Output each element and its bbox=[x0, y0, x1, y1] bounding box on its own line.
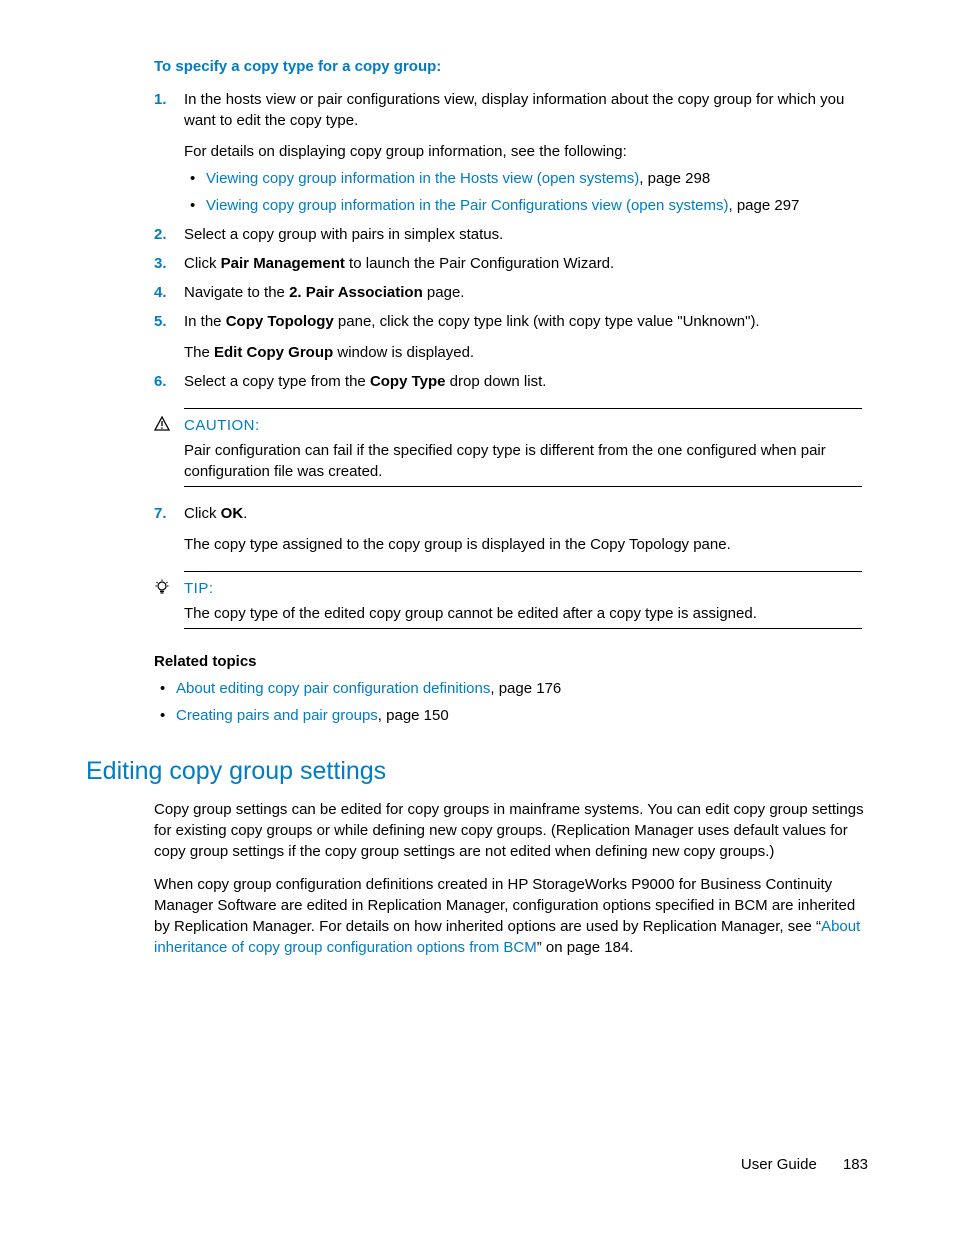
bullet-tail: , page 297 bbox=[728, 197, 799, 214]
step-4: 4. Navigate to the 2. Pair Association p… bbox=[154, 282, 868, 303]
step-number: 3. bbox=[154, 253, 167, 274]
caution-admonition: CAUTION: Pair configuration can fail if … bbox=[154, 408, 868, 487]
step-bold: 2. Pair Association bbox=[289, 284, 423, 301]
bullet-item: Viewing copy group information in the Pa… bbox=[184, 195, 868, 216]
step-pre: Click bbox=[184, 505, 221, 522]
step-post: page. bbox=[423, 284, 465, 301]
step-bold: Pair Management bbox=[221, 255, 345, 272]
step-5: 5. In the Copy Topology pane, click the … bbox=[154, 311, 868, 363]
related-item: Creating pairs and pair groups, page 150 bbox=[154, 705, 868, 726]
para-pre: When copy group configuration definition… bbox=[154, 876, 855, 935]
related-tail: , page 150 bbox=[378, 707, 449, 724]
procedure-steps: 1. In the hosts view or pair configurati… bbox=[154, 89, 868, 392]
related-topics-list: About editing copy pair configuration de… bbox=[154, 678, 868, 726]
step-pre: Select a copy type from the bbox=[184, 373, 370, 390]
step-1: 1. In the hosts view or pair configurati… bbox=[154, 89, 868, 216]
step-7: 7. Click OK. The copy type assigned to t… bbox=[154, 503, 868, 555]
step-2: 2. Select a copy group with pairs in sim… bbox=[154, 224, 868, 245]
tip-text: The copy type of the edited copy group c… bbox=[184, 603, 862, 624]
divider bbox=[184, 486, 862, 487]
bullet-item: Viewing copy group information in the Ho… bbox=[184, 168, 868, 189]
divider bbox=[184, 628, 862, 629]
step-number: 7. bbox=[154, 503, 167, 524]
step-post: . bbox=[243, 505, 247, 522]
step-pre: In the bbox=[184, 313, 226, 330]
body-paragraph: Copy group settings can be edited for co… bbox=[154, 799, 868, 862]
body-paragraph: When copy group configuration definition… bbox=[154, 874, 868, 958]
para-post: ” on page 184. bbox=[537, 939, 634, 956]
step-pre: Click bbox=[184, 255, 221, 272]
xref-link[interactable]: Viewing copy group information in the Ho… bbox=[206, 170, 639, 187]
step-3: 3. Click Pair Management to launch the P… bbox=[154, 253, 868, 274]
page-number: 183 bbox=[843, 1156, 868, 1173]
step-bold: Copy Topology bbox=[226, 313, 334, 330]
step-bold: OK bbox=[221, 505, 244, 522]
step-subtext: The Edit Copy Group window is displayed. bbox=[184, 342, 868, 363]
sub-post: window is displayed. bbox=[333, 344, 474, 361]
step-number: 4. bbox=[154, 282, 167, 303]
related-item: About editing copy pair configuration de… bbox=[154, 678, 868, 699]
tip-admonition: TIP: The copy type of the edited copy gr… bbox=[154, 571, 868, 629]
caution-text: Pair configuration can fail if the speci… bbox=[184, 440, 862, 482]
step-6: 6. Select a copy type from the Copy Type… bbox=[154, 371, 868, 392]
sub-bold: Edit Copy Group bbox=[214, 344, 333, 361]
step-bullets: Viewing copy group information in the Ho… bbox=[184, 168, 868, 216]
step-pre: Navigate to the bbox=[184, 284, 289, 301]
step-number: 2. bbox=[154, 224, 167, 245]
step-subtext: The copy type assigned to the copy group… bbox=[184, 534, 868, 555]
tip-label: TIP: bbox=[184, 578, 862, 599]
step-post: to launch the Pair Configuration Wizard. bbox=[345, 255, 614, 272]
step-number: 6. bbox=[154, 371, 167, 392]
xref-link[interactable]: Viewing copy group information in the Pa… bbox=[206, 197, 728, 214]
footer-label: User Guide bbox=[741, 1156, 817, 1173]
step-text: In the hosts view or pair configurations… bbox=[184, 91, 844, 129]
step-subtext: For details on displaying copy group inf… bbox=[184, 141, 868, 162]
tip-icon bbox=[154, 578, 184, 624]
step-bold: Copy Type bbox=[370, 373, 446, 390]
sub-pre: The bbox=[184, 344, 214, 361]
xref-link[interactable]: About editing copy pair configuration de… bbox=[176, 680, 490, 697]
xref-link[interactable]: Creating pairs and pair groups bbox=[176, 707, 378, 724]
page-footer: User Guide 183 bbox=[741, 1154, 868, 1175]
related-topics-heading: Related topics bbox=[154, 651, 868, 672]
step-post: pane, click the copy type link (with cop… bbox=[334, 313, 760, 330]
bullet-tail: , page 298 bbox=[639, 170, 710, 187]
related-tail: , page 176 bbox=[490, 680, 561, 697]
section-heading: Editing copy group settings bbox=[86, 754, 868, 789]
procedure-heading: To specify a copy type for a copy group: bbox=[154, 56, 868, 77]
caution-label: CAUTION: bbox=[184, 415, 862, 436]
step-post: drop down list. bbox=[446, 373, 547, 390]
step-text: Select a copy group with pairs in simple… bbox=[184, 226, 503, 243]
step-number: 1. bbox=[154, 89, 167, 110]
caution-icon bbox=[154, 415, 184, 482]
procedure-steps-cont: 7. Click OK. The copy type assigned to t… bbox=[154, 503, 868, 555]
step-number: 5. bbox=[154, 311, 167, 332]
